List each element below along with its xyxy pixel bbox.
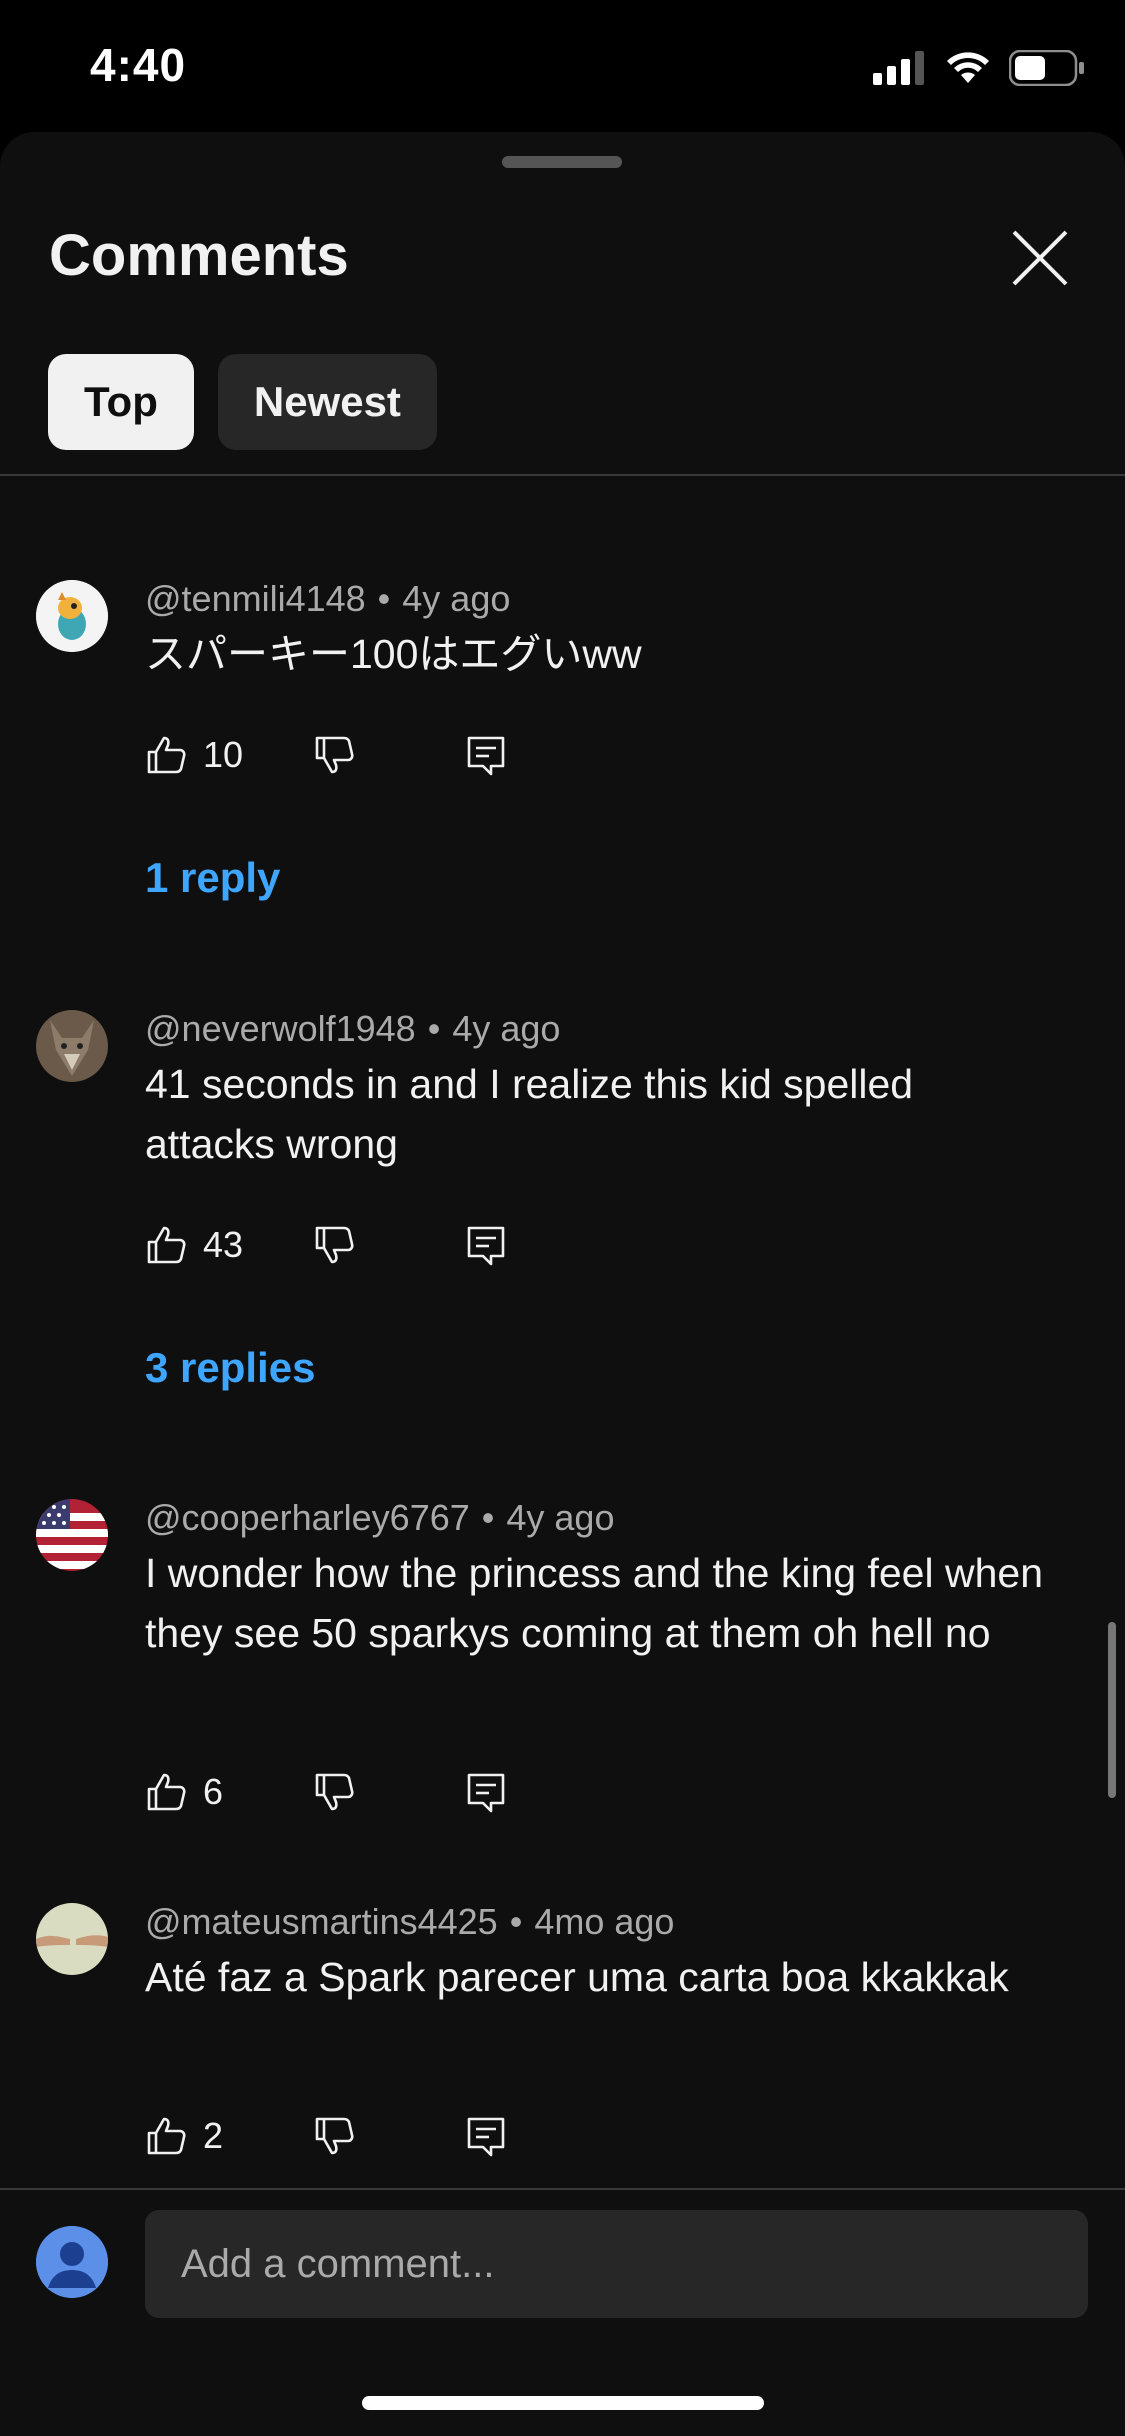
reply-icon[interactable] [465, 734, 507, 776]
divider [0, 474, 1125, 476]
close-icon[interactable] [1006, 224, 1074, 292]
comment-meta: @neverwolf1948 • 4y ago [145, 1008, 560, 1050]
comment-input[interactable] [145, 2210, 1088, 2318]
comment-age: 4y ago [402, 578, 511, 619]
avatar[interactable] [36, 1903, 108, 1975]
sheet-title: Comments [49, 223, 349, 288]
scrollbar[interactable] [1108, 1622, 1116, 1798]
like-count: 2 [203, 2115, 224, 2156]
status-icons [873, 48, 1085, 88]
like-count: 6 [203, 1771, 224, 1812]
avatar[interactable] [36, 1499, 108, 1571]
avatar[interactable] [36, 1010, 108, 1082]
separator-dot: • [427, 1008, 441, 1049]
thumbs-down-icon[interactable] [313, 1224, 355, 1266]
chip-newest[interactable]: Newest [217, 354, 437, 450]
like-count: 43 [203, 1224, 244, 1265]
thumbs-down-icon[interactable] [313, 2115, 355, 2157]
user-avatar-icon [36, 2226, 108, 2298]
view-replies-link[interactable]: 3 replies [145, 1344, 315, 1392]
comment-meta: @mateusmartins4425 • 4mo ago [145, 1901, 674, 1943]
chip-top[interactable]: Top [48, 354, 194, 450]
avatar-image [36, 580, 108, 652]
comment-actions: 6 [145, 1764, 507, 1820]
thumbs-up-icon[interactable] [145, 1224, 187, 1266]
comment-text: Até faz a Spark parecer uma carta boa kk… [145, 1954, 1009, 2000]
thumbs-down-icon[interactable] [313, 1771, 355, 1813]
comment-actions: 2 [145, 2108, 507, 2164]
comment-actions: 43 [145, 1217, 507, 1273]
drag-handle[interactable] [502, 156, 622, 168]
reply-icon[interactable] [465, 2115, 507, 2157]
thumbs-down-icon[interactable] [313, 734, 355, 776]
avatar-image [36, 1499, 108, 1571]
thumbs-up-icon[interactable] [145, 734, 187, 776]
status-time: 4:40 [90, 39, 187, 91]
comment-author[interactable]: @tenmili4148 [145, 578, 366, 619]
comment-age: 4y ago [506, 1497, 615, 1538]
home-indicator[interactable] [362, 2396, 764, 2410]
comment-text: スパーキー100はエグいww [145, 631, 642, 677]
cellular-signal-icon [873, 51, 924, 85]
battery-icon [1009, 50, 1084, 86]
comment-meta: @cooperharley6767 • 4y ago [145, 1497, 614, 1539]
like-count: 10 [203, 734, 244, 775]
avatar[interactable] [36, 580, 108, 652]
comment-actions: 10 [145, 727, 507, 783]
status-bar: 4:40 [0, 0, 1125, 132]
wifi-icon [947, 52, 989, 83]
separator-dot: • [481, 1497, 495, 1538]
comment-author[interactable]: @neverwolf1948 [145, 1008, 416, 1049]
reply-icon[interactable] [465, 1771, 507, 1813]
avatar-image [36, 1903, 108, 1975]
comment-age: 4y ago [452, 1008, 561, 1049]
reply-icon[interactable] [465, 1224, 507, 1266]
comment-text: I wonder how the princess and the king f… [145, 1550, 1043, 1656]
thumbs-up-icon[interactable] [145, 1771, 187, 1813]
comment-author[interactable]: @cooperharley6767 [145, 1497, 470, 1538]
comments-sheet: Comments Top Newest [0, 132, 1125, 2436]
separator-dot: • [509, 1901, 523, 1942]
separator-dot: • [377, 578, 391, 619]
thumbs-up-icon[interactable] [145, 2115, 187, 2157]
user-avatar [36, 2226, 108, 2298]
sort-chips: Top Newest [48, 354, 437, 450]
view-replies-link[interactable]: 1 reply [145, 854, 280, 902]
comment-author[interactable]: @mateusmartins4425 [145, 1901, 498, 1942]
avatar-image [36, 1010, 108, 1082]
comment-text: 41 seconds in and I realize this kid spe… [145, 1061, 914, 1167]
comment-age: 4mo ago [534, 1901, 675, 1942]
comment-meta: @tenmili4148 • 4y ago [145, 578, 510, 620]
